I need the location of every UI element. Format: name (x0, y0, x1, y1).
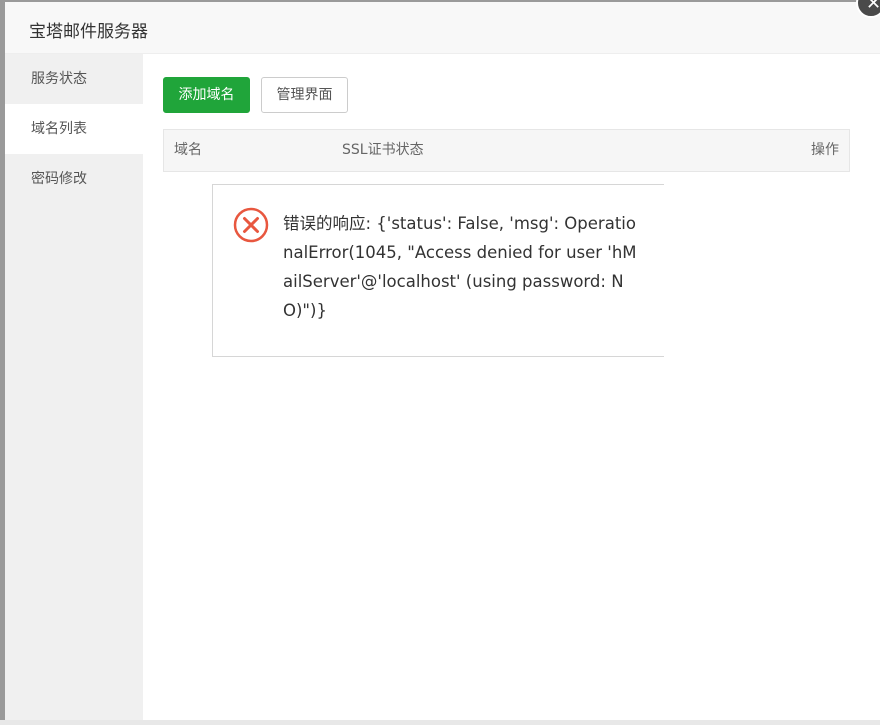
sidebar: 服务状态 域名列表 密码修改 (5, 54, 143, 722)
add-domain-button[interactable]: 添加域名 (163, 77, 250, 113)
sidebar-item-service-status[interactable]: 服务状态 (5, 54, 143, 104)
domain-table-header: 域名 SSL证书状态 操作 (163, 129, 850, 172)
toolbar: 添加域名 管理界面 (163, 77, 348, 113)
sidebar-item-domain-list[interactable]: 域名列表 (5, 104, 143, 154)
dialog-title: 宝塔邮件服务器 (29, 22, 148, 42)
column-header-domain: 域名 (174, 142, 202, 158)
column-header-actions: 操作 (811, 142, 839, 158)
error-message-popup: 错误的响应: {'status': False, 'msg': Operatio… (212, 184, 664, 357)
sidebar-item-password-change[interactable]: 密码修改 (5, 154, 143, 204)
dialog-header: 宝塔邮件服务器 (5, 2, 880, 54)
error-message-text: 错误的响应: {'status': False, 'msg': Operatio… (283, 214, 637, 320)
manage-interface-button[interactable]: 管理界面 (261, 77, 348, 113)
bottom-strip (0, 720, 880, 725)
mail-server-dialog: 宝塔邮件服务器 服务状态 域名列表 密码修改 (5, 2, 880, 722)
close-icon: ✕ (866, 0, 880, 14)
column-header-ssl-status: SSL证书状态 (342, 142, 424, 158)
error-circle-icon (233, 207, 269, 243)
